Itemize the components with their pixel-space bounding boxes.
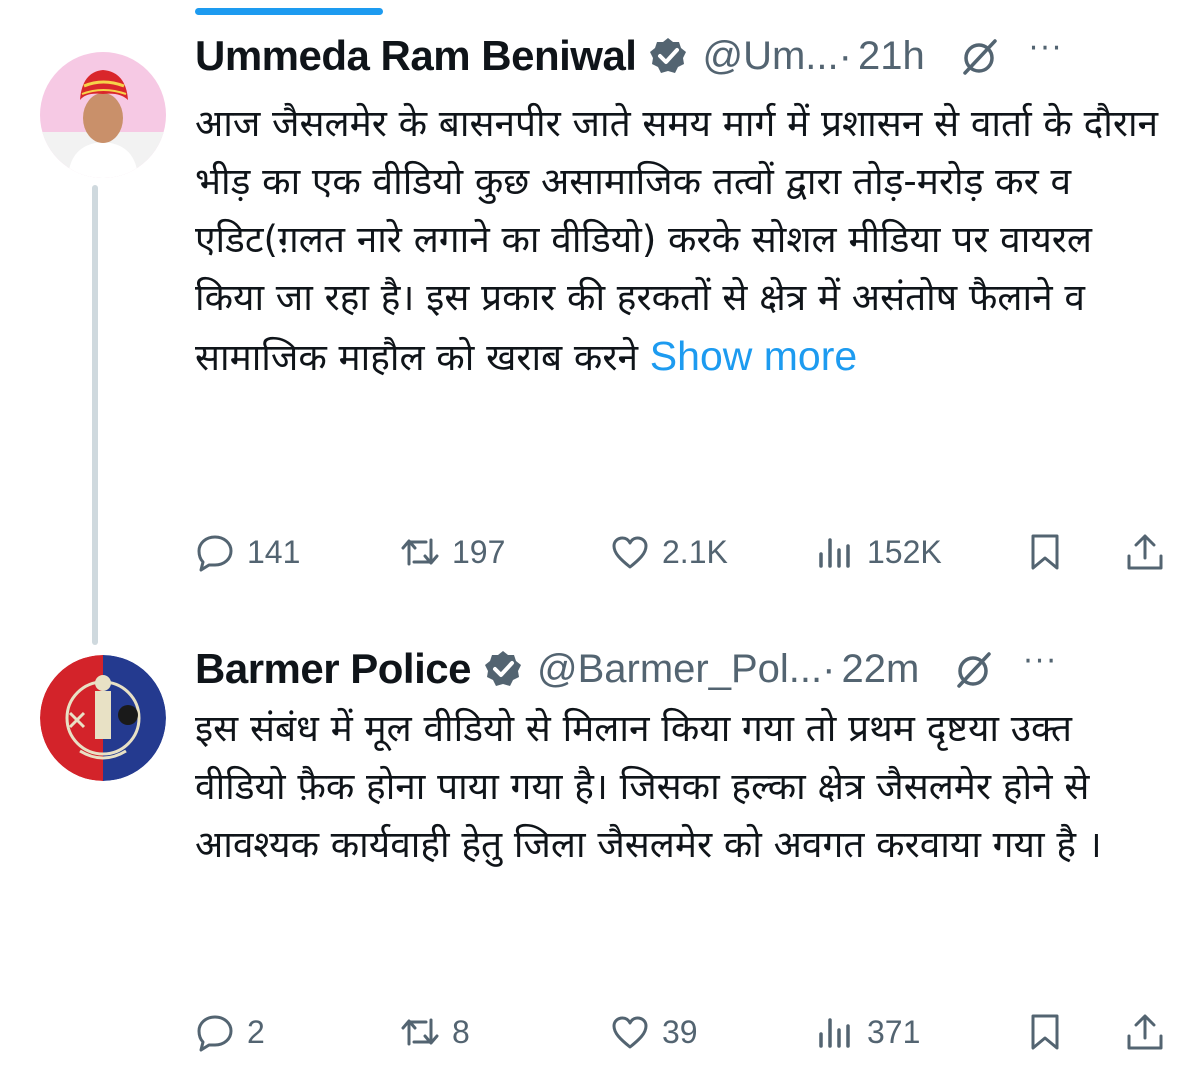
user-handle[interactable]: @Barmer_Pol...	[537, 647, 822, 692]
tweet-actions: 141 197 2.1K 152K	[195, 522, 1175, 582]
retweet-count: 197	[452, 533, 506, 570]
bookmark-icon	[1031, 1014, 1059, 1050]
reply-icon	[197, 535, 233, 572]
bookmark-icon	[1031, 534, 1059, 570]
verified-badge-icon	[483, 649, 523, 689]
avatar[interactable]	[40, 655, 166, 781]
reply-button[interactable]: 141	[195, 522, 300, 582]
like-button[interactable]: 39	[610, 1002, 698, 1062]
tweet-header: Barmer Police @Barmer_Pol... · 22m ···	[195, 644, 1058, 693]
views-count: 371	[867, 1013, 921, 1050]
separator-dot: ·	[822, 646, 836, 691]
bookmark-button[interactable]	[1025, 522, 1065, 582]
show-more-link[interactable]: Show more	[650, 333, 857, 379]
timestamp[interactable]: 22m	[841, 647, 919, 692]
grok-icon[interactable]	[953, 649, 993, 689]
user-handle[interactable]: @Um...	[702, 34, 838, 79]
avatar[interactable]	[40, 52, 166, 178]
views-button[interactable]: 371	[815, 1002, 920, 1062]
grok-icon[interactable]	[959, 36, 999, 76]
like-button[interactable]: 2.1K	[610, 522, 728, 582]
tweet-header: Ummeda Ram Beniwal @Um... · 21h ···	[195, 31, 1064, 80]
retweet-button[interactable]: 8	[400, 1002, 470, 1062]
tweet-text-content: इस संबंध में मूल वीडियो से मिलान किया गय…	[195, 707, 1102, 866]
more-icon[interactable]: ···	[1023, 644, 1058, 679]
views-count: 152K	[867, 533, 942, 570]
like-count: 2.1K	[662, 533, 728, 570]
verified-badge-icon	[648, 36, 688, 76]
separator-dot: ·	[838, 33, 852, 78]
display-name[interactable]: Ummeda Ram Beniwal	[195, 32, 637, 80]
reply-icon	[197, 1015, 233, 1052]
like-icon	[612, 1016, 648, 1049]
like-count: 39	[662, 1013, 698, 1050]
reply-button[interactable]: 2	[195, 1002, 265, 1062]
tweet-actions: 2 8 39 371	[195, 1002, 1175, 1062]
share-icon	[1127, 534, 1163, 570]
views-button[interactable]: 152K	[815, 522, 942, 582]
more-icon[interactable]: ···	[1029, 31, 1064, 66]
reply-count: 2	[247, 1013, 265, 1050]
views-icon	[819, 538, 850, 568]
like-icon	[612, 536, 648, 569]
share-button[interactable]	[1125, 522, 1165, 582]
retweet-count: 8	[452, 1013, 470, 1050]
scroll-indicator	[195, 8, 383, 15]
thread-connector	[92, 185, 98, 645]
retweet-icon	[401, 1018, 439, 1046]
display-name[interactable]: Barmer Police	[195, 645, 471, 693]
tweet-text: इस संबंध में मूल वीडियो से मिलान किया गय…	[195, 700, 1170, 874]
timestamp[interactable]: 21h	[858, 34, 925, 79]
retweet-button[interactable]: 197	[400, 522, 505, 582]
retweet-icon	[401, 538, 439, 566]
share-icon	[1127, 1014, 1163, 1050]
reply-count: 141	[247, 533, 301, 570]
tweet-text: आज जैसलमेर के बासनपीर जाते समय मार्ग में…	[195, 95, 1170, 387]
bookmark-button[interactable]	[1025, 1002, 1065, 1062]
share-button[interactable]	[1125, 1002, 1165, 1062]
views-icon	[819, 1018, 850, 1048]
